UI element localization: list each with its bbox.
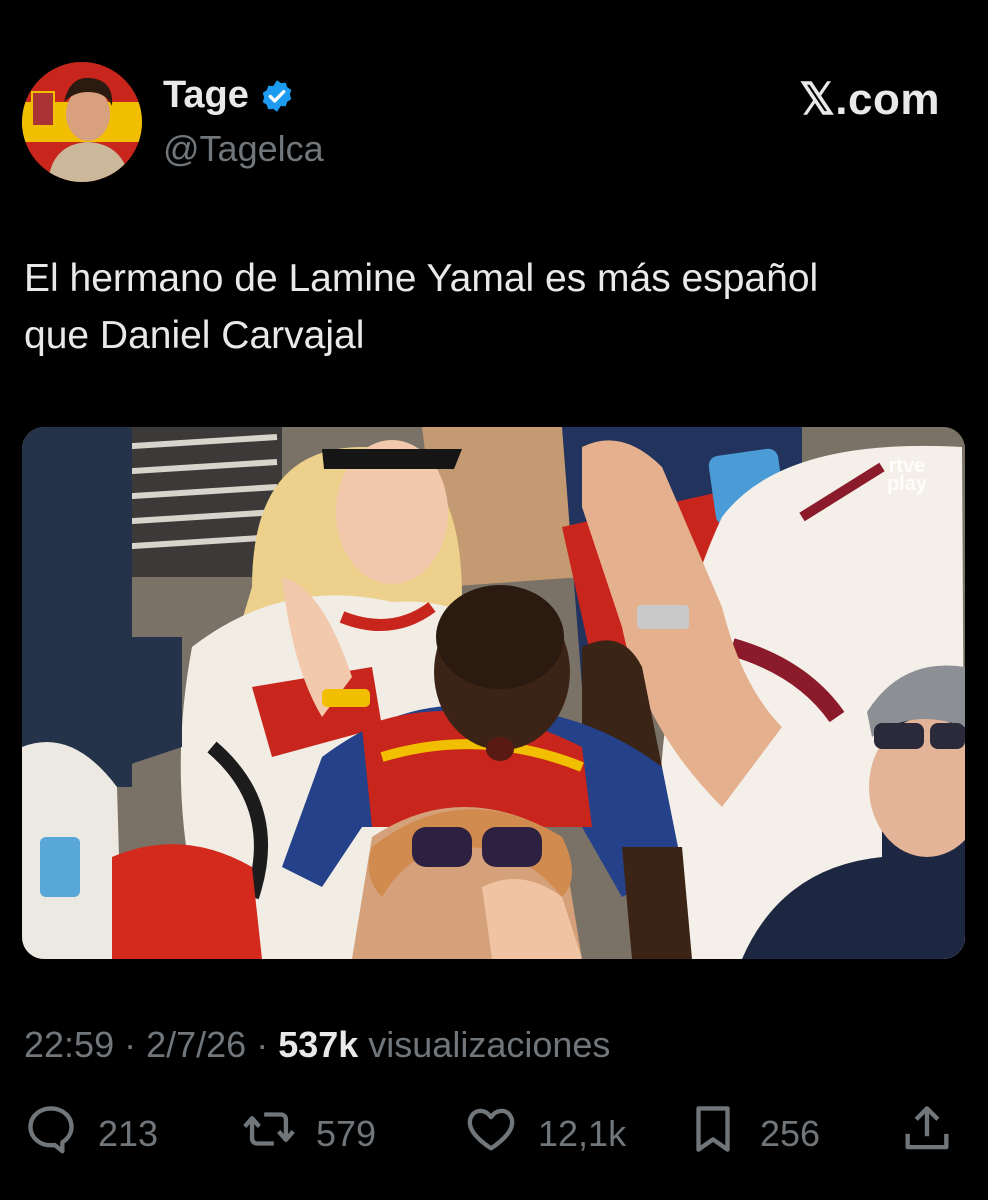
share-icon xyxy=(898,1100,956,1167)
tweet-actions: 213 579 12,1k 256 xyxy=(0,1100,988,1164)
reply-icon xyxy=(22,1100,80,1167)
bookmark-icon xyxy=(684,1100,742,1167)
meta-separator: · xyxy=(256,1024,269,1065)
avatar[interactable] xyxy=(22,62,142,182)
repost-count: 579 xyxy=(316,1112,377,1154)
rtve-play-watermark: rtve play xyxy=(886,455,927,495)
bookmark-button[interactable]: 256 xyxy=(684,1100,820,1167)
like-count: 12,1k xyxy=(538,1112,627,1154)
tweet-text: El hermano de Lamine Yamal es más españo… xyxy=(24,257,819,357)
views-count: 537k xyxy=(278,1024,359,1065)
reply-count: 213 xyxy=(98,1112,159,1154)
verified-badge-icon xyxy=(259,78,295,114)
user-name-row: Tage xyxy=(163,74,295,117)
share-button[interactable] xyxy=(898,1100,956,1167)
heart-icon xyxy=(462,1100,520,1167)
x-logo: 𝕏.com xyxy=(799,75,940,124)
display-name[interactable]: Tage xyxy=(163,74,249,117)
user-handle[interactable]: @Tagelca xyxy=(163,128,324,170)
bookmark-count: 256 xyxy=(760,1112,821,1154)
meta-separator: · xyxy=(124,1024,137,1065)
repost-button[interactable]: 579 xyxy=(240,1100,376,1167)
tweet-meta: 22:59 · 2/7/26 · 537k visualizaciones xyxy=(24,1024,610,1066)
like-button[interactable]: 12,1k xyxy=(462,1100,626,1167)
tweet-date[interactable]: 2/7/26 xyxy=(146,1024,246,1066)
tweet-time[interactable]: 22:59 xyxy=(24,1024,114,1066)
tweet-media-image[interactable]: rtve play xyxy=(22,427,965,959)
reply-button[interactable]: 213 xyxy=(22,1100,158,1167)
repost-icon xyxy=(240,1100,298,1167)
views-label: visualizaciones xyxy=(368,1024,611,1065)
